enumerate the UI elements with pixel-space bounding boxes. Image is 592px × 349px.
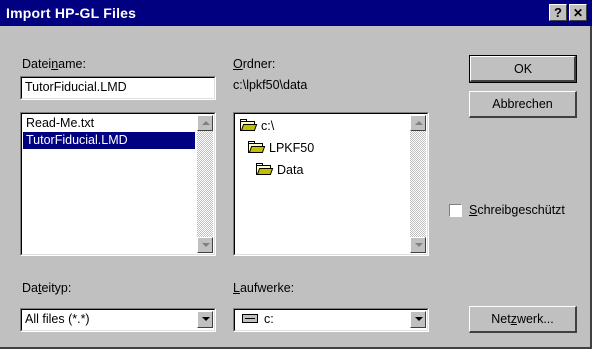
readonly-label[interactable]: Schreibgeschützt [469, 203, 565, 217]
window-title: Import HP-GL Files [6, 5, 137, 21]
import-dialog: Import HP-GL Files ? ✕ Dateiname: TutorF… [0, 0, 592, 349]
close-icon: ✕ [572, 6, 584, 20]
filetype-dropdown-button[interactable] [197, 311, 213, 328]
arrow-down-icon [202, 243, 210, 247]
folder-tree-scrollbar[interactable] [410, 115, 426, 253]
scroll-up-button[interactable] [197, 115, 213, 131]
arrow-up-icon [202, 121, 210, 125]
network-button[interactable]: Netzwerk... [469, 306, 577, 333]
drive-value: c: [242, 312, 274, 326]
filetype-value: All files (*.*) [25, 312, 90, 326]
chevron-down-icon [202, 317, 210, 321]
title-bar[interactable]: Import HP-GL Files ? ✕ [0, 0, 592, 26]
open-folder-icon [248, 141, 266, 153]
open-folder-icon [256, 163, 274, 175]
tree-item-c[interactable]: c:\ [240, 119, 274, 133]
drives-label: Laufwerke: [233, 281, 295, 295]
filename-input[interactable]: TutorFiducial.LMD [20, 76, 216, 100]
file-list-scrollbar[interactable] [197, 115, 213, 253]
arrow-up-icon [415, 121, 423, 125]
chevron-down-icon [415, 317, 423, 321]
file-item-tutorfiducial[interactable]: TutorFiducial.LMD [23, 132, 195, 149]
cancel-button[interactable]: Abbrechen [469, 91, 577, 118]
ok-button[interactable]: OK [469, 55, 577, 83]
filename-label: Dateiname: [22, 57, 86, 71]
filename-value: TutorFiducial.LMD [25, 80, 127, 94]
tree-item-lpkf50[interactable]: LPKF50 [248, 141, 314, 155]
readonly-checkbox[interactable] [449, 204, 462, 217]
filetype-label: Dateityp: [22, 281, 72, 295]
tree-item-data[interactable]: Data [256, 163, 303, 177]
drive-icon [242, 314, 258, 323]
file-item-readme[interactable]: Read-Me.txt [23, 115, 195, 132]
help-icon: ? [554, 5, 562, 20]
arrow-down-icon [415, 243, 423, 247]
folder-label: Ordner: [233, 57, 276, 71]
close-button[interactable]: ✕ [569, 4, 587, 21]
folder-tree[interactable]: c:\ LPKF50 Data [233, 112, 429, 256]
file-list[interactable]: Read-Me.txt TutorFiducial.LMD [20, 112, 216, 256]
filetype-select[interactable]: All files (*.*) [20, 308, 216, 332]
open-folder-icon [240, 119, 258, 131]
folder-path: c:\lpkf50\data [233, 78, 308, 92]
help-button[interactable]: ? [549, 4, 567, 21]
scroll-up-button[interactable] [410, 115, 426, 131]
scroll-down-button[interactable] [197, 237, 213, 253]
drives-dropdown-button[interactable] [410, 311, 426, 328]
scroll-down-button[interactable] [410, 237, 426, 253]
drives-select[interactable]: c: [233, 308, 429, 332]
